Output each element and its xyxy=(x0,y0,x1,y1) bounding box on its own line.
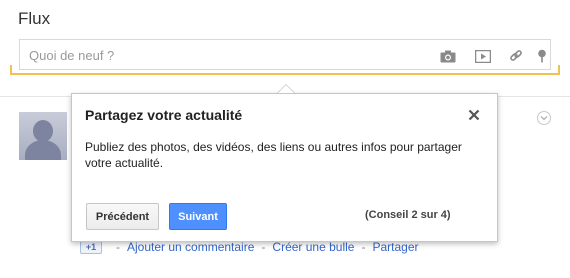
avatar-body xyxy=(25,140,61,160)
action-separator: - xyxy=(261,240,266,254)
share-input[interactable]: Quoi de neuf ? xyxy=(19,39,551,70)
previous-button[interactable]: Précédent xyxy=(86,203,159,230)
link-icon[interactable] xyxy=(507,48,525,64)
camera-icon[interactable] xyxy=(439,48,457,64)
location-pin-icon[interactable] xyxy=(533,48,551,64)
plus-one-button[interactable]: +1 xyxy=(80,240,102,254)
post-actions: +1 - Ajouter un commentaire - Créer une … xyxy=(80,240,419,254)
share-link[interactable]: Partager xyxy=(372,240,418,254)
avatar-head xyxy=(33,120,53,142)
tip-step-counter: (Conseil 2 sur 4) xyxy=(365,209,451,221)
chevron-down-icon[interactable] xyxy=(537,111,551,125)
share-input-placeholder: Quoi de neuf ? xyxy=(29,48,115,63)
page-title: Flux xyxy=(18,9,51,28)
action-separator: - xyxy=(116,240,120,254)
close-icon[interactable] xyxy=(466,107,482,123)
create-hangout-link[interactable]: Créer une bulle xyxy=(272,240,354,254)
tip-popover: Partagez votre actualité Publiez des pho… xyxy=(71,93,498,242)
add-comment-link[interactable]: Ajouter un commentaire xyxy=(127,240,254,254)
next-button[interactable]: Suivant xyxy=(169,203,227,230)
tooltip-arrow-fill xyxy=(278,85,294,93)
stream-page: Flux Quoi de neuf ? +1 - Ajouter un comm… xyxy=(0,0,570,278)
action-separator: - xyxy=(361,240,366,254)
tip-body: Publiez des photos, des vidéos, des lien… xyxy=(85,140,462,170)
tip-title: Partagez votre actualité xyxy=(85,107,243,123)
share-box: Quoi de neuf ? xyxy=(10,37,560,77)
avatar[interactable] xyxy=(19,112,67,160)
video-icon[interactable] xyxy=(474,48,492,64)
